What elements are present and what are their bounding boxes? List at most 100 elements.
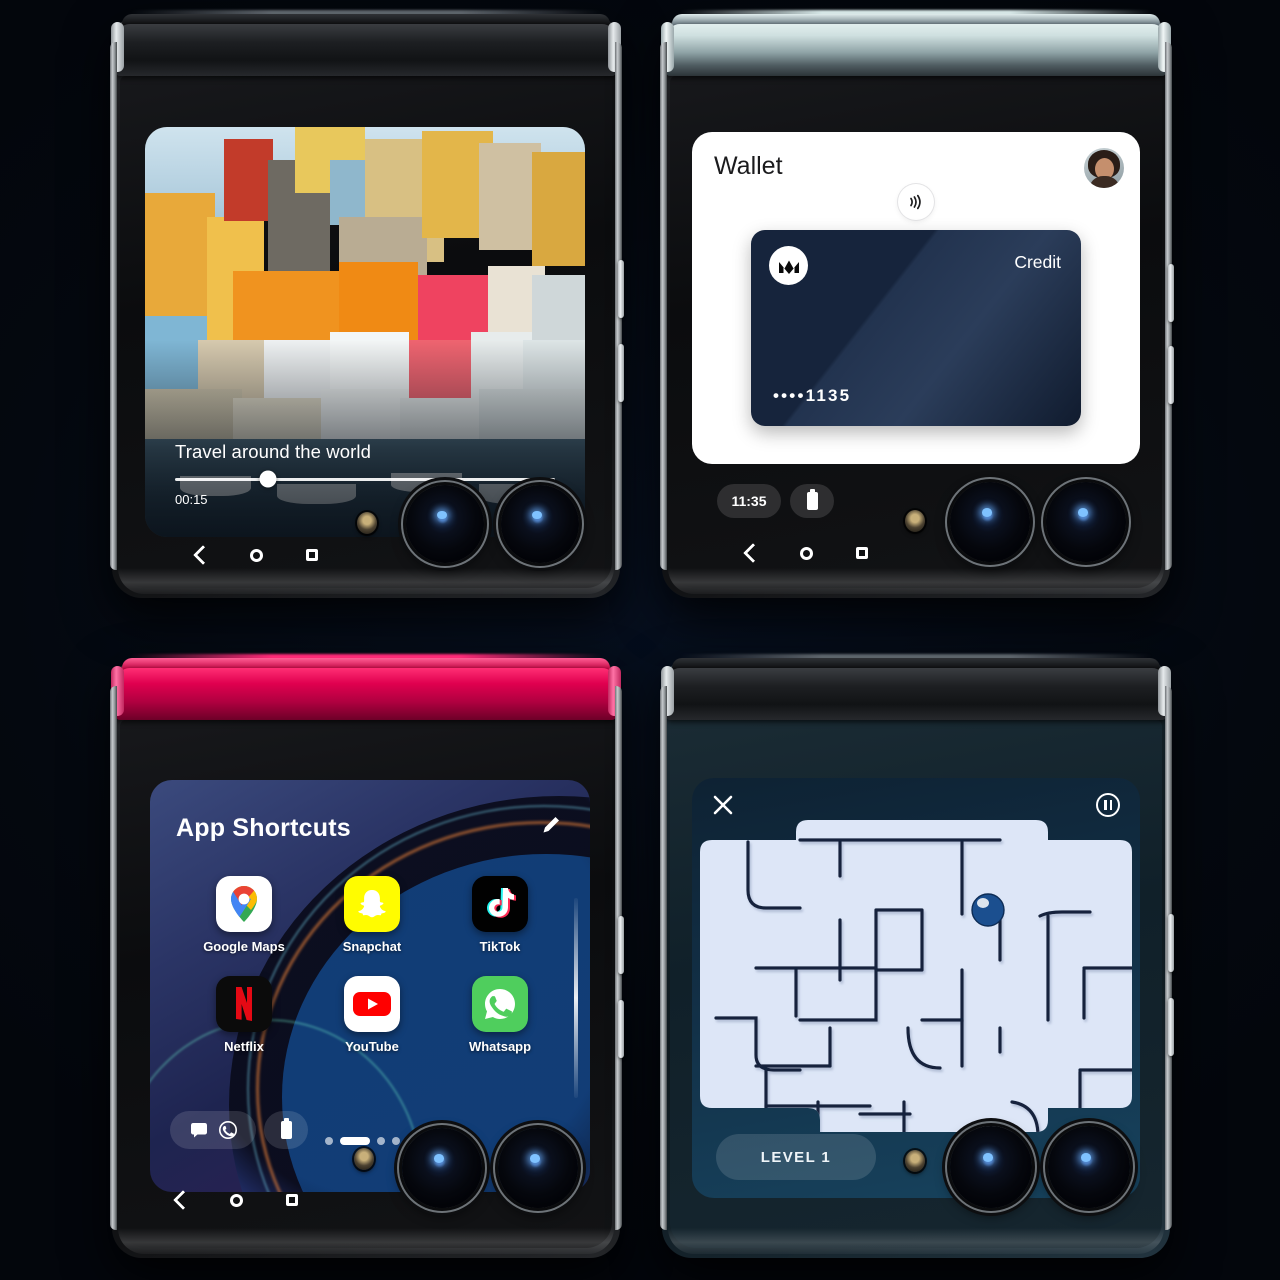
camera-lens-main bbox=[950, 1126, 1032, 1208]
side-rail-left bbox=[660, 686, 667, 1230]
app-label: YouTube bbox=[345, 1039, 399, 1054]
video-time-elapsed: 00:15 bbox=[175, 492, 208, 507]
app-shortcut[interactable]: Netflix bbox=[180, 976, 308, 1054]
page-dot-active[interactable] bbox=[340, 1137, 370, 1145]
status-time-pill: 11:35 bbox=[717, 484, 781, 518]
video-progress-knob[interactable] bbox=[259, 470, 277, 488]
navigation-bar bbox=[152, 1183, 320, 1217]
scene-root: Travel around the world 00:15 02:23 bbox=[0, 0, 1280, 1280]
camera-lens-main bbox=[950, 482, 1030, 562]
volume-button[interactable] bbox=[1168, 914, 1174, 972]
edge-light-indicator bbox=[574, 898, 578, 1098]
phone-wallet: Wallet Credit ••••1135 11:35 bbox=[660, 10, 1174, 598]
app-label: Netflix bbox=[224, 1039, 264, 1054]
nav-back-button[interactable] bbox=[172, 538, 228, 572]
power-button[interactable] bbox=[1168, 346, 1174, 404]
whatsapp-icon bbox=[218, 1121, 237, 1139]
camera-lens-main bbox=[402, 1128, 482, 1208]
camera-lens-ultrawide bbox=[1046, 482, 1126, 562]
app-shortcut[interactable]: TikTok bbox=[436, 876, 564, 954]
phone-video: Travel around the world 00:15 02:23 bbox=[110, 10, 624, 598]
status-time: 11:35 bbox=[731, 493, 767, 509]
hinge bbox=[111, 654, 621, 754]
netflix-icon bbox=[216, 976, 272, 1032]
whatsapp-icon bbox=[472, 976, 528, 1032]
app-shortcut[interactable]: Whatsapp bbox=[436, 976, 564, 1054]
volume-button[interactable] bbox=[618, 260, 624, 318]
video-progress-track[interactable] bbox=[175, 470, 555, 488]
tiktok-icon bbox=[472, 876, 528, 932]
side-rail-left bbox=[110, 42, 117, 570]
camera-lens-ultrawide bbox=[501, 485, 579, 563]
app-label: Whatsapp bbox=[468, 1039, 532, 1054]
app-grid: Google Maps Snapchat TikTok Netflix YouT… bbox=[180, 876, 564, 1054]
status-battery-pill bbox=[790, 484, 834, 518]
pencil-icon[interactable] bbox=[540, 814, 562, 836]
wallet-title: Wallet bbox=[714, 152, 783, 180]
hinge-band bbox=[666, 24, 1166, 76]
google-maps-icon bbox=[216, 876, 272, 932]
app-shortcut[interactable]: Snapchat bbox=[308, 876, 436, 954]
volume-button[interactable] bbox=[618, 916, 624, 974]
navigation-bar bbox=[722, 536, 890, 570]
maze-board[interactable] bbox=[700, 820, 1132, 1150]
camera-lens-main bbox=[406, 485, 484, 563]
hinge bbox=[111, 10, 621, 110]
page-dot[interactable] bbox=[325, 1137, 333, 1145]
external-display-wallet[interactable]: Wallet Credit ••••1135 bbox=[692, 132, 1140, 464]
hinge-band bbox=[666, 668, 1166, 720]
pause-icon[interactable] bbox=[1096, 793, 1120, 817]
credit-card[interactable]: Credit ••••1135 bbox=[751, 230, 1081, 426]
power-button[interactable] bbox=[618, 1000, 624, 1058]
camera-flash bbox=[357, 512, 377, 534]
app-shortcut[interactable]: Google Maps bbox=[180, 876, 308, 954]
phone-shortcuts: App Shortcuts Google Maps Snapchat TikTo… bbox=[110, 654, 624, 1258]
nav-recents-button[interactable] bbox=[264, 1183, 320, 1217]
notification-pill[interactable] bbox=[170, 1111, 256, 1149]
side-rail-left bbox=[660, 42, 667, 570]
status-battery-pill bbox=[264, 1111, 308, 1149]
app-label: Snapchat bbox=[342, 939, 402, 954]
nav-recents-button[interactable] bbox=[284, 538, 340, 572]
page-dot[interactable] bbox=[392, 1137, 400, 1145]
hinge bbox=[661, 10, 1171, 110]
app-label: Google Maps bbox=[203, 939, 285, 954]
page-title: App Shortcuts bbox=[176, 814, 351, 842]
card-masked-number: ••••1135 bbox=[773, 386, 852, 405]
power-button[interactable] bbox=[1168, 998, 1174, 1056]
volume-button[interactable] bbox=[1168, 264, 1174, 322]
level-button[interactable]: LEVEL 1 bbox=[716, 1134, 876, 1180]
video-title: Travel around the world bbox=[175, 441, 371, 462]
nav-home-button[interactable] bbox=[208, 1183, 264, 1217]
battery-icon bbox=[280, 1118, 292, 1139]
side-rail-left bbox=[110, 686, 117, 1230]
navigation-bar bbox=[172, 538, 340, 572]
hinge-band bbox=[116, 24, 616, 76]
phone-maze-game: LEVEL 1 bbox=[660, 654, 1174, 1258]
page-indicator[interactable] bbox=[325, 1137, 415, 1145]
camera-lens-ultrawide bbox=[1048, 1126, 1130, 1208]
camera-flash bbox=[354, 1148, 374, 1170]
level-label: LEVEL 1 bbox=[760, 1148, 832, 1166]
contactless-icon bbox=[898, 184, 934, 220]
nav-home-button[interactable] bbox=[778, 536, 834, 570]
avatar[interactable] bbox=[1084, 148, 1124, 188]
power-button[interactable] bbox=[618, 344, 624, 402]
nav-recents-button[interactable] bbox=[834, 536, 890, 570]
camera-flash bbox=[905, 1150, 925, 1172]
youtube-icon bbox=[344, 976, 400, 1032]
nav-back-button[interactable] bbox=[722, 536, 778, 570]
hinge-band bbox=[116, 668, 616, 720]
close-icon[interactable] bbox=[712, 794, 734, 816]
battery-icon bbox=[806, 489, 818, 510]
app-shortcut[interactable]: YouTube bbox=[308, 976, 436, 1054]
nav-back-button[interactable] bbox=[152, 1183, 208, 1217]
camera-flash bbox=[905, 510, 925, 532]
nav-home-button[interactable] bbox=[228, 538, 284, 572]
page-dot[interactable] bbox=[377, 1137, 385, 1145]
messages-icon bbox=[190, 1123, 207, 1138]
snapchat-icon bbox=[344, 876, 400, 932]
camera-lens-ultrawide bbox=[498, 1128, 578, 1208]
external-display-video[interactable]: Travel around the world 00:15 02:23 bbox=[145, 127, 585, 537]
motorola-logo bbox=[769, 246, 808, 285]
